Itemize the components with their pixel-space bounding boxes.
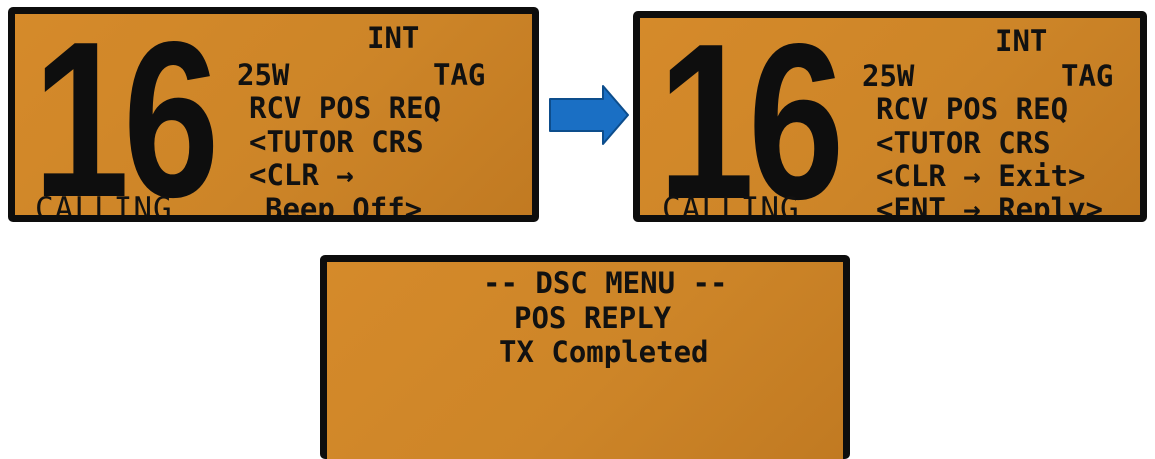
message-line-3: <CLR → Exit> [876,159,1086,193]
calling-status: CALLING [35,191,173,222]
tag-indicator: TAG [1061,59,1114,93]
mode-indicator: INT [995,24,1048,58]
lcd-screen-after: 16 INT 25W TAG RCV POS REQ <TUTOR CRS <C… [633,11,1147,222]
lcd-screen-result: -- DSC MENU -- POS REPLY TX Completed [320,255,850,459]
right-arrow-icon [549,85,629,145]
mode-indicator: INT [367,21,420,55]
message-line-2: <TUTOR CRS [249,125,424,159]
power-indicator: 25W [237,58,290,92]
message-line-4: <ENT → Reply> [876,192,1103,222]
power-indicator: 25W [862,59,915,93]
message-line-1: RCV POS REQ [249,91,442,125]
result-line-2: TX Completed [499,335,709,369]
result-line-1: POS REPLY [514,301,672,335]
message-line-2: <TUTOR CRS [876,126,1051,160]
calling-status: CALLING [662,191,800,222]
message-line-3: <CLR → [249,158,354,192]
message-line-4: Beep Off> [265,192,423,222]
message-line-1: RCV POS REQ [876,92,1069,126]
menu-title: -- DSC MENU -- [483,266,728,300]
lcd-screen-before: 16 INT 25W TAG RCV POS REQ <TUTOR CRS <C… [8,7,539,222]
tag-indicator: TAG [433,58,486,92]
